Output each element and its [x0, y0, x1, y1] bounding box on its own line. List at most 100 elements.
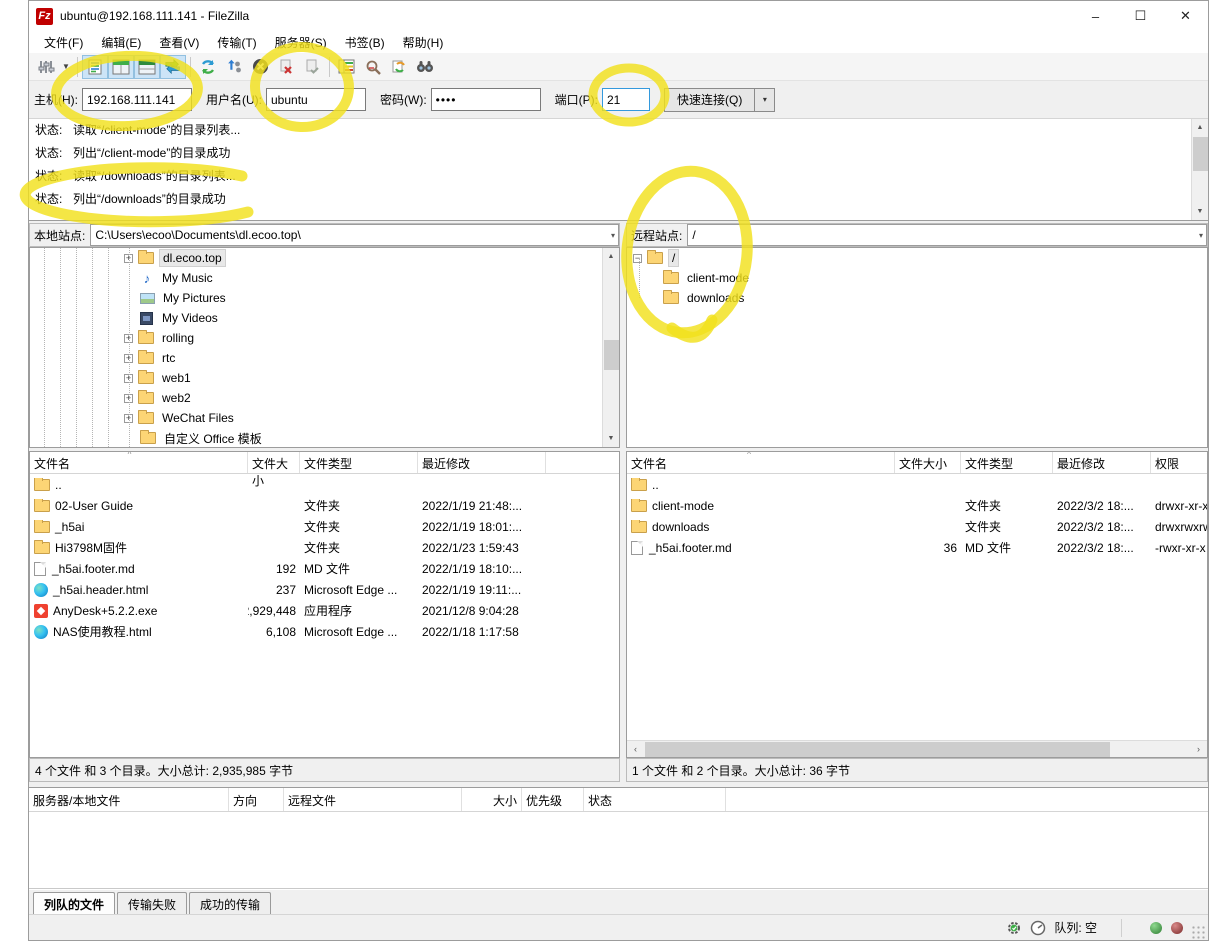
close-button[interactable]: ✕ [1163, 1, 1208, 31]
tree-item-web2[interactable]: +web2 [30, 388, 619, 408]
cancel-button[interactable] [247, 55, 273, 79]
queue-header-remote[interactable]: 远程文件 [284, 788, 462, 811]
collapse-icon[interactable]: − [633, 254, 642, 263]
transfer-settings-gear-icon[interactable] [1006, 920, 1022, 936]
maximize-button[interactable]: ☐ [1118, 1, 1163, 31]
folder-icon [34, 521, 50, 533]
edge-browser-icon [34, 583, 48, 597]
file-row[interactable]: Hi3798M固件文件夹2022/1/23 1:59:43 [30, 537, 619, 558]
column-header-name[interactable]: ^文件名 [30, 452, 248, 473]
reconnect-button[interactable] [299, 55, 325, 79]
tree-item-my-videos[interactable]: My Videos [30, 308, 619, 328]
column-header-permissions[interactable]: 权限 [1151, 452, 1208, 473]
file-row[interactable]: NAS使用教程.html6,108Microsoft Edge ...2022/… [30, 621, 619, 642]
file-row[interactable]: .. [30, 474, 619, 495]
tree-item-downloads[interactable]: downloads [627, 288, 1207, 308]
file-row[interactable]: _h5ai.footer.md192MD 文件2022/1/19 18:10:.… [30, 558, 619, 579]
file-row[interactable]: _h5ai.footer.md36MD 文件2022/3/2 18:...-rw… [627, 537, 1207, 558]
filter-binoculars-button[interactable] [412, 55, 438, 79]
quickconnect-bar: 主机(H): 用户名(U): 密码(W): 端口(P): 快速连接(Q) ▾ [29, 81, 1208, 119]
queue-header-server-local[interactable]: 服务器/本地文件 [29, 788, 229, 811]
scroll-left-icon[interactable]: ‹ [627, 741, 644, 757]
host-input[interactable] [82, 88, 192, 111]
refresh-button[interactable] [195, 55, 221, 79]
folder-icon [138, 372, 154, 384]
toggle-remote-tree-button[interactable] [134, 55, 160, 79]
file-row[interactable]: 02-User Guide文件夹2022/1/19 21:48:... [30, 495, 619, 516]
tree-item-dlecootop[interactable]: +dl.ecoo.top [30, 248, 619, 268]
port-input[interactable] [602, 88, 650, 111]
local-file-list: ^文件名 文件大小 文件类型 最近修改 .. 02-User Guide文件夹2… [29, 451, 620, 758]
column-header-modified[interactable]: 最近修改 [418, 452, 546, 473]
column-header-type[interactable]: 文件类型 [961, 452, 1053, 473]
queue-header-priority[interactable]: 优先级 [522, 788, 584, 811]
process-queue-button[interactable] [221, 55, 247, 79]
tree-item-my-pictures[interactable]: My Pictures [30, 288, 619, 308]
minimize-button[interactable]: – [1073, 1, 1118, 31]
tree-item-office-templates[interactable]: 自定义 Office 模板 [30, 428, 619, 448]
queue-header-size[interactable]: 大小 [462, 788, 522, 811]
tree-item-rolling[interactable]: +rolling [30, 328, 619, 348]
local-site-label: 本地站点: [34, 227, 85, 244]
menu-view[interactable]: 查看(V) [150, 32, 208, 53]
menu-help[interactable]: 帮助(H) [394, 32, 453, 53]
file-row[interactable]: _h5ai文件夹2022/1/19 18:01:... [30, 516, 619, 537]
column-header-size[interactable]: 文件大小 [895, 452, 961, 473]
message-log-icon [87, 59, 103, 75]
menu-bookmarks[interactable]: 书签(B) [336, 32, 394, 53]
compare-directories-button[interactable] [334, 55, 360, 79]
queue-status-text: 队列: 空 [1054, 919, 1097, 936]
remote-horizontal-scrollbar[interactable]: ‹ › [627, 740, 1207, 757]
find-files-button[interactable] [360, 55, 386, 79]
quickconnect-dropdown-icon[interactable]: ▾ [755, 88, 775, 112]
file-row[interactable]: .. [627, 474, 1207, 495]
menu-edit[interactable]: 编辑(E) [92, 32, 150, 53]
tree-item-my-music[interactable]: ♪My Music [30, 268, 619, 288]
folder-icon [138, 392, 154, 404]
chevron-down-icon[interactable]: ▾ [1199, 231, 1203, 240]
tree-item-wechat-files[interactable]: +WeChat Files [30, 408, 619, 428]
username-input[interactable] [266, 88, 366, 111]
menu-transfer[interactable]: 传输(T) [208, 32, 265, 53]
speed-gauge-icon[interactable] [1030, 920, 1046, 936]
sync-browsing-button[interactable] [386, 55, 412, 79]
column-header-name[interactable]: ^文件名 [627, 452, 895, 473]
site-manager-button[interactable] [33, 55, 59, 79]
queue-header-direction[interactable]: 方向 [229, 788, 284, 811]
scroll-down-icon[interactable]: ▼ [603, 430, 619, 447]
file-row[interactable]: client-mode文件夹2022/3/2 18:...drwxr-xr-x [627, 495, 1207, 516]
password-input[interactable] [431, 88, 541, 111]
scroll-up-icon[interactable]: ▲ [1192, 119, 1208, 136]
scroll-up-icon[interactable]: ▲ [603, 248, 619, 265]
folder-icon [138, 352, 154, 364]
chevron-down-icon[interactable]: ▾ [611, 231, 615, 240]
file-row[interactable]: AnyDesk+5.2.2.exe2,929,448应用程序2021/12/8 … [30, 600, 619, 621]
disconnect-button[interactable] [273, 55, 299, 79]
remote-site-combo[interactable]: /▾ [687, 224, 1207, 246]
tree-item-root[interactable]: −/ [627, 248, 1207, 268]
column-header-type[interactable]: 文件类型 [300, 452, 418, 473]
menu-server[interactable]: 服务器(S) [266, 32, 336, 53]
toggle-local-tree-button[interactable] [108, 55, 134, 79]
log-scrollbar[interactable]: ▲ ▼ [1191, 119, 1208, 220]
tree-item-client-mode[interactable]: client-mode [627, 268, 1207, 288]
file-row[interactable]: _h5ai.header.html237Microsoft Edge ...20… [30, 579, 619, 600]
toggle-message-log-button[interactable] [82, 55, 108, 79]
quickconnect-button[interactable]: 快速连接(Q) [664, 88, 755, 112]
local-tree-scrollbar[interactable]: ▲ ▼ [602, 248, 619, 447]
scroll-right-icon[interactable]: › [1190, 741, 1207, 757]
queue-header-status[interactable]: 状态 [584, 788, 726, 811]
file-row[interactable]: downloads文件夹2022/3/2 18:...drwxrwxrwx [627, 516, 1207, 537]
folder-icon [631, 500, 647, 512]
log-line: 状态:列出“/client-mode”的目录成功 [29, 142, 1208, 165]
column-header-size[interactable]: 文件大小 [248, 452, 300, 473]
menu-file[interactable]: 文件(F) [35, 32, 92, 53]
column-header-modified[interactable]: 最近修改 [1053, 452, 1151, 473]
local-site-combo[interactable]: C:\Users\ecoo\Documents\dl.ecoo.top\▾ [90, 224, 619, 246]
tree-item-rtc[interactable]: +rtc [30, 348, 619, 368]
scroll-down-icon[interactable]: ▼ [1192, 203, 1208, 220]
toggle-transfer-queue-button[interactable] [160, 55, 186, 79]
tree-item-web1[interactable]: +web1 [30, 368, 619, 388]
resize-grip[interactable] [1192, 926, 1206, 940]
site-manager-dropdown-icon[interactable]: ▼ [59, 55, 73, 79]
